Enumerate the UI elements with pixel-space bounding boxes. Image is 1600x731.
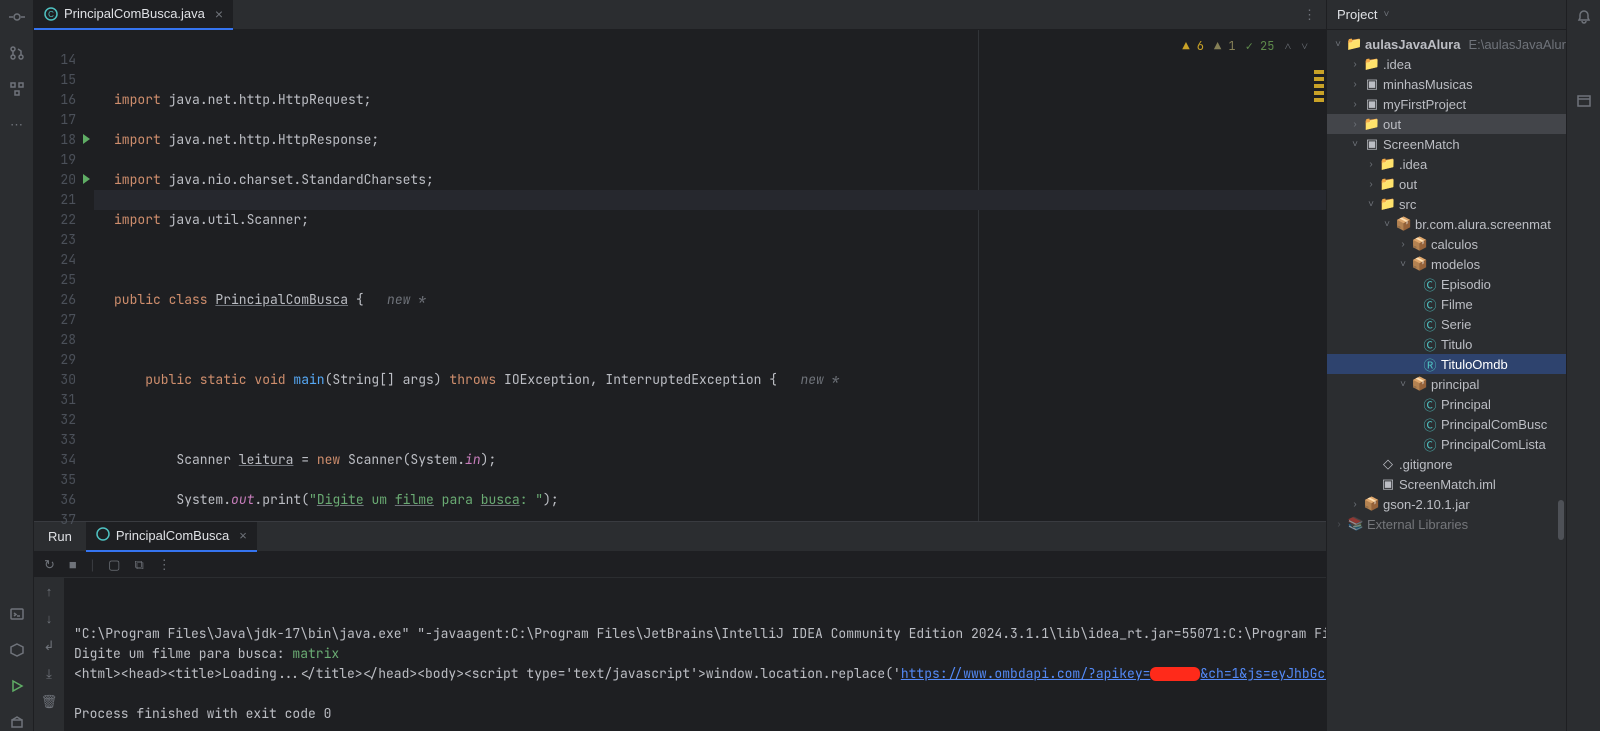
run-side-toolbar: ↑ ↓ ↲ ⤓ 🗑: [34, 578, 64, 731]
build-icon[interactable]: [8, 713, 26, 731]
layout-icon[interactable]: ▢: [108, 557, 120, 573]
tree-item[interactable]: ⒸPrincipal: [1327, 394, 1566, 414]
run-config-tab[interactable]: PrincipalComBusca ×: [86, 522, 257, 552]
java-class-icon: C: [44, 7, 58, 21]
tree-item[interactable]: ›📦calculos: [1327, 234, 1566, 254]
filter-icon[interactable]: ⧉: [134, 557, 143, 573]
project-panel: Project ˅ ˅📁aulasJavaAluraE:\aulasJavaAl…: [1326, 0, 1566, 731]
run-gutter-icon[interactable]: [83, 174, 90, 184]
tree-item[interactable]: ›📁.idea: [1327, 154, 1566, 174]
editor-tab-label: PrincipalComBusca.java: [64, 6, 205, 21]
java-class-icon: [96, 527, 110, 544]
run-toolwindow-label[interactable]: Run: [34, 529, 86, 544]
run-tool-icon[interactable]: [8, 677, 26, 695]
inspection-summary[interactable]: ▲ 6 ▲ 1 ✓ 25 ˄ ˅: [1182, 36, 1308, 56]
code-area[interactable]: import java.net.http.HttpRequest; import…: [94, 30, 1326, 521]
tree-item[interactable]: ›📦gson-2.10.1.jar: [1327, 494, 1566, 514]
down-icon[interactable]: ↓: [46, 611, 53, 626]
more-icon[interactable]: ⋯: [8, 116, 26, 134]
run-tabbar: Run PrincipalComBusca ×: [34, 522, 1326, 552]
editor[interactable]: 14 15 16 17 18 19 20 21 22 23 24 25 26 2…: [34, 30, 1326, 521]
tree-item[interactable]: ›▣minhasMusicas: [1327, 74, 1566, 94]
tree-root[interactable]: ˅📁aulasJavaAluraE:\aulasJavaAlur: [1327, 34, 1566, 54]
error-stripe[interactable]: [1314, 70, 1324, 102]
pull-request-icon[interactable]: [8, 44, 26, 62]
tree-item[interactable]: ◇.gitignore: [1327, 454, 1566, 474]
tab-menu-icon[interactable]: ⋮: [1293, 7, 1326, 23]
structure-icon[interactable]: [8, 80, 26, 98]
commit-icon[interactable]: [8, 8, 26, 26]
tree-item[interactable]: ⒸPrincipalComBusc: [1327, 414, 1566, 434]
redacted-apikey: [1150, 667, 1200, 681]
tree-item[interactable]: ⒸEpisodio: [1327, 274, 1566, 294]
tree-item[interactable]: ›📁out: [1327, 114, 1566, 134]
tree-item-selected[interactable]: ⓇTituloOmdb: [1327, 354, 1566, 374]
scroll-icon[interactable]: ⤓: [46, 666, 52, 682]
svg-text:C: C: [48, 10, 54, 19]
left-tool-rail: ⋯: [0, 0, 34, 731]
project-header[interactable]: Project ˅: [1327, 0, 1566, 30]
scrollbar-thumb[interactable]: [1558, 500, 1564, 540]
main-column: C PrincipalComBusca.java × ⋮ 14 15 16 17…: [34, 0, 1326, 731]
tree-item[interactable]: ›📚External Libraries: [1327, 514, 1566, 534]
run-toolbar: ↻ ■ | ▢ ⧉ ⋮: [34, 552, 1326, 578]
tree-item[interactable]: ˅📦principal: [1327, 374, 1566, 394]
wrap-icon[interactable]: ↲: [44, 638, 55, 654]
stop-icon[interactable]: ■: [69, 557, 77, 572]
tree-item[interactable]: ⒸFilme: [1327, 294, 1566, 314]
close-icon[interactable]: ×: [215, 6, 223, 22]
project-tree[interactable]: ˅📁aulasJavaAluraE:\aulasJavaAlur ›📁.idea…: [1327, 30, 1566, 731]
gutter: 14 15 16 17 18 19 20 21 22 23 24 25 26 2…: [34, 30, 94, 521]
project-tool-icon[interactable]: [1575, 92, 1593, 110]
more-icon[interactable]: ⋮: [158, 557, 171, 573]
tree-item[interactable]: ›📁.idea: [1327, 54, 1566, 74]
services-icon[interactable]: [8, 641, 26, 659]
tree-item[interactable]: ›📁out: [1327, 174, 1566, 194]
notifications-icon[interactable]: [1575, 8, 1593, 26]
terminal-icon[interactable]: [8, 605, 26, 623]
tree-item[interactable]: ⒸTitulo: [1327, 334, 1566, 354]
tree-item[interactable]: ›▣myFirstProject: [1327, 94, 1566, 114]
right-tool-rail: [1566, 0, 1600, 731]
run-panel: Run PrincipalComBusca × ↻ ■ | ▢ ⧉ ⋮ ↑ ↓ …: [34, 521, 1326, 731]
up-icon[interactable]: ↑: [46, 584, 53, 599]
tree-item[interactable]: ˅📦modelos: [1327, 254, 1566, 274]
tree-item[interactable]: ˅▣ScreenMatch: [1327, 134, 1566, 154]
tree-item[interactable]: ˅📦br.com.alura.screenmat: [1327, 214, 1566, 234]
trash-icon[interactable]: 🗑: [41, 694, 58, 710]
editor-tab[interactable]: C PrincipalComBusca.java ×: [34, 0, 233, 30]
tree-item[interactable]: ▣ScreenMatch.iml: [1327, 474, 1566, 494]
tree-item[interactable]: ˅📁src: [1327, 194, 1566, 214]
close-icon[interactable]: ×: [239, 528, 247, 543]
tree-item[interactable]: ⒸSerie: [1327, 314, 1566, 334]
editor-tabbar: C PrincipalComBusca.java × ⋮: [34, 0, 1326, 30]
console-output[interactable]: "C:\Program Files\Java\jdk-17\bin\java.e…: [64, 578, 1326, 731]
rerun-icon[interactable]: ↻: [44, 557, 55, 573]
tree-item[interactable]: ⒸPrincipalComLista: [1327, 434, 1566, 454]
run-gutter-icon[interactable]: [83, 134, 90, 144]
